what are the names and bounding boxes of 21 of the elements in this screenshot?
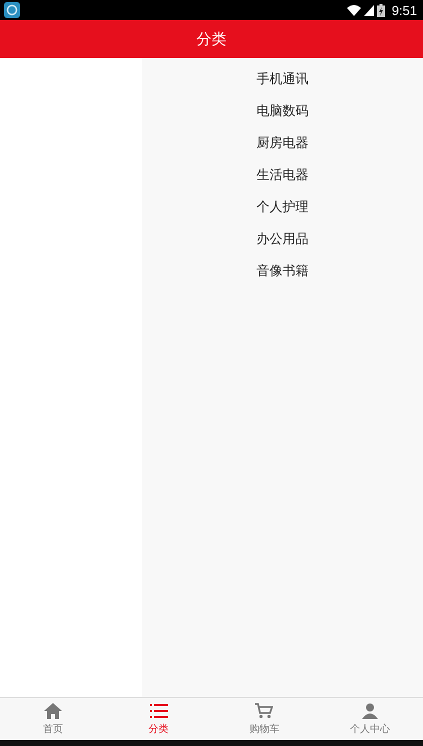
clock-time: 9:51	[392, 2, 417, 18]
nav-tab[interactable]: 个人中心	[317, 698, 423, 740]
nav-tab[interactable]: 购物车	[212, 698, 318, 740]
page-title: 分类	[196, 30, 226, 48]
category-item[interactable]: 厨房电器	[256, 128, 308, 160]
category-item[interactable]: 电脑数码	[256, 96, 308, 128]
category-item[interactable]: 个人护理	[256, 192, 308, 224]
home-icon	[44, 702, 62, 718]
app-icon	[4, 2, 20, 18]
wifi-icon	[346, 4, 361, 16]
nav-tab[interactable]: 首页	[0, 698, 106, 740]
signal-icon	[364, 4, 374, 16]
category-item[interactable]: 手机通讯	[256, 64, 308, 96]
list-icon	[150, 702, 168, 718]
cart-icon	[255, 702, 274, 718]
category-item[interactable]: 生活电器	[256, 160, 308, 192]
battery-icon	[376, 4, 385, 16]
nav-tab[interactable]: 分类	[106, 698, 212, 740]
category-item[interactable]: 办公用品	[256, 224, 308, 256]
category-item[interactable]: 音像书籍	[256, 256, 308, 288]
person-icon	[361, 702, 380, 718]
